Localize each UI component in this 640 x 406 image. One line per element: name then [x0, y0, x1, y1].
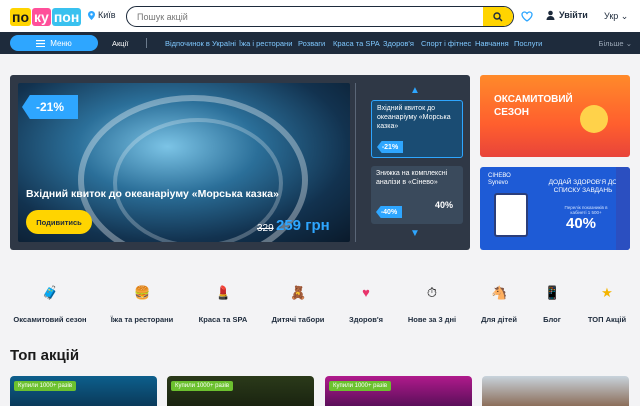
- deal-tag: Купили 1000+ разів: [171, 381, 234, 391]
- velvet-season-banner[interactable]: ОКСАМИТОВИЙ СЕЗОН: [480, 75, 630, 157]
- heart-icon: [521, 11, 533, 22]
- logo[interactable]: по ку пон: [10, 5, 82, 29]
- nav-item-vacation[interactable]: Відпочинок в Україні: [165, 39, 236, 48]
- chevron-down-icon: ⌄: [625, 39, 632, 48]
- menu-label: Меню: [50, 38, 72, 48]
- nav-item-services[interactable]: Послуги: [514, 39, 542, 48]
- thumb-discount-badge: -21%: [377, 141, 403, 153]
- lipstick-icon: 💄: [215, 285, 232, 300]
- category-velvet-season[interactable]: 🧳 Оксамитовий сезон: [10, 285, 90, 327]
- category-label: Оксамитовий сезон: [13, 315, 87, 324]
- nav-item-education[interactable]: Навчання: [475, 39, 509, 48]
- location-pin-icon: [88, 10, 95, 20]
- sun-illustration: [580, 105, 608, 133]
- suitcase-icon: 🧳: [42, 285, 59, 300]
- deal-card[interactable]: Купили 1000+ разів: [167, 376, 314, 406]
- nav-bar: Меню Акції Відпочинок в Україні Їжа і ре…: [0, 32, 640, 54]
- category-beauty[interactable]: 💄 Краса та SPA: [183, 285, 263, 327]
- nav-divider: [146, 38, 147, 48]
- nav-item-sport[interactable]: Спорт і фітнес: [421, 39, 471, 48]
- carousel-thumb-oceanarium[interactable]: Вхідний квиток до океанаріуму «Морська к…: [371, 100, 463, 158]
- synevo-banner[interactable]: СІНЕВО Synevo ДОДАЙ ЗДОРОВ'Я ДО СПИСКУ З…: [480, 167, 630, 250]
- thumb-percent: 40%: [435, 200, 454, 210]
- deal-card[interactable]: Купили 1000+ разів: [325, 376, 472, 406]
- top-bar: по ку пон Київ Увійти Укр ⌄: [0, 0, 640, 32]
- search-icon: [493, 11, 503, 21]
- thumb-discount-badge: -40%: [376, 206, 402, 218]
- banner-percent: 40%: [566, 215, 597, 232]
- category-top[interactable]: ★ ТОП Акцій: [567, 285, 640, 327]
- arrow-down-icon[interactable]: ▼: [410, 228, 420, 239]
- hero-old-price: 329: [257, 223, 274, 234]
- logo-part-2: ку: [32, 8, 51, 26]
- logo-part-3: пон: [51, 8, 82, 26]
- synevo-logo: СІНЕВО Synevo: [488, 173, 511, 187]
- user-icon: [546, 10, 555, 20]
- search-button[interactable]: [483, 7, 513, 26]
- category-food[interactable]: 🍔 Їжа та ресторани: [102, 285, 182, 327]
- nav-item-entertainment[interactable]: Розваги: [298, 39, 325, 48]
- category-label: Нове за 3 дні: [407, 315, 457, 324]
- thumb-title: Знижка на комплексні аналізи в «Сінево»: [376, 170, 448, 186]
- category-label: Їжа та ресторани: [110, 315, 174, 324]
- deal-tag: Купили 1000+ разів: [329, 381, 392, 391]
- heart-icon: ♥: [362, 285, 370, 300]
- clock-icon: ⏱: [426, 285, 438, 300]
- menu-button[interactable]: Меню: [10, 35, 98, 51]
- language-selector[interactable]: Укр ⌄: [604, 11, 628, 22]
- nav-promos[interactable]: Акції: [112, 39, 128, 48]
- hero-price: 259 грн: [276, 217, 330, 234]
- category-label: Краса та SPA: [198, 315, 248, 324]
- login-label: Увійти: [559, 10, 588, 20]
- nav-item-health[interactable]: Здоров'я: [383, 39, 414, 48]
- carousel-thumb-synevo[interactable]: Знижка на комплексні аналізи в «Сінево» …: [371, 166, 463, 224]
- nav-item-food[interactable]: Їжа і ресторани: [239, 39, 292, 48]
- hero-divider: [355, 83, 356, 242]
- category-strip: 🧳 Оксамитовий сезон 🍔 Їжа та ресторани 💄…: [0, 285, 640, 325]
- banner-subtext: Перелік показників в кабінеті 1 500+: [564, 205, 608, 215]
- category-label: Дитячі табори: [271, 315, 325, 324]
- nav-item-beauty[interactable]: Краса та SPA: [333, 39, 380, 48]
- city-label: Київ: [98, 10, 116, 20]
- logo-part-1: по: [10, 8, 32, 26]
- view-button[interactable]: Подивитись: [26, 210, 92, 234]
- search-input[interactable]: [137, 10, 477, 24]
- banner-text: ДОДАЙ ЗДОРОВ'Я ДО СПИСКУ ЗАВДАНЬ: [548, 179, 618, 194]
- nav-more[interactable]: Більше ⌄: [599, 39, 632, 48]
- deal-tag: Купили 1000+ разів: [14, 381, 77, 391]
- chevron-down-icon: ⌄: [620, 11, 629, 21]
- category-label: ТОП Акцій: [587, 315, 627, 324]
- arrow-up-icon[interactable]: ▲: [410, 85, 420, 96]
- star-icon: ★: [601, 285, 613, 300]
- language-label: Укр: [604, 11, 619, 21]
- category-label: Здоров'я: [349, 315, 383, 324]
- search-bar: [126, 6, 514, 27]
- login-button[interactable]: Увійти: [546, 10, 588, 20]
- synevo-logo-line2: Synevo: [488, 180, 509, 186]
- clipboard-illustration: [494, 193, 528, 237]
- synevo-logo-line1: СІНЕВО: [488, 173, 511, 179]
- section-title: Топ акцій: [10, 347, 80, 364]
- kids-icon: 🧸: [290, 285, 307, 300]
- hamburger-icon: [36, 39, 46, 47]
- nav-more-label: Більше: [598, 39, 624, 48]
- horse-icon: 🐴: [491, 285, 508, 300]
- favorites-button[interactable]: [521, 9, 533, 27]
- deal-card[interactable]: Купили 1000+ разів: [10, 376, 157, 406]
- thumb-title: Вхідний квиток до океанаріуму «Морська к…: [377, 105, 451, 130]
- phone-icon: 📱: [544, 285, 561, 300]
- banner-side-strip: [616, 167, 630, 250]
- hero-discount-badge: -21%: [22, 95, 78, 119]
- category-label: Блог: [543, 315, 561, 324]
- hero-title[interactable]: Вхідний квиток до океанаріуму «Морська к…: [26, 188, 326, 200]
- city-selector[interactable]: Київ: [88, 10, 116, 20]
- burger-icon: 🍔: [134, 285, 151, 300]
- banner-title: ОКСАМИТОВИЙ СЕЗОН: [494, 94, 573, 118]
- deal-card[interactable]: [482, 376, 629, 406]
